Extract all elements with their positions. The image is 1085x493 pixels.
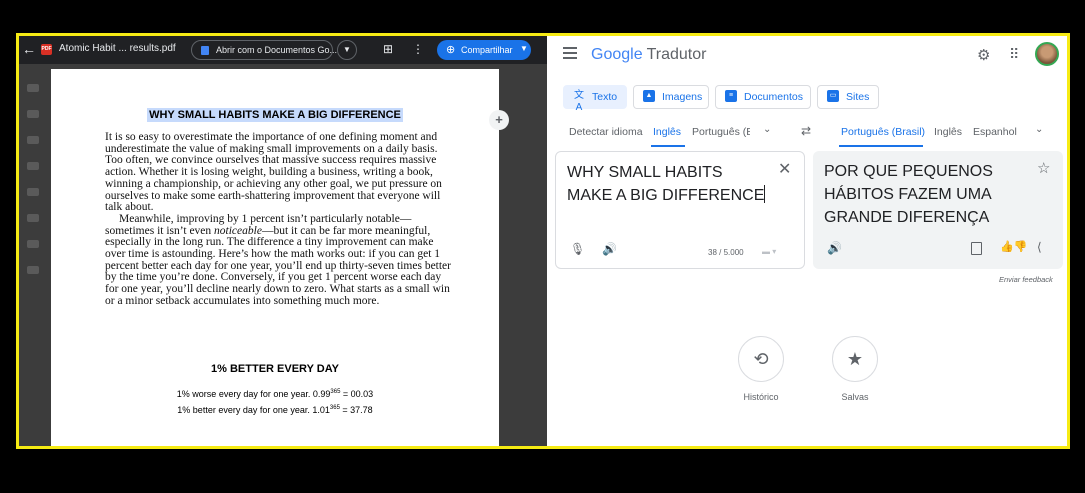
history-icon: ⟲ bbox=[753, 349, 769, 369]
sidebar-icon bbox=[27, 188, 39, 196]
target-lang-portuguese-brazil[interactable]: Português (Brasil) bbox=[841, 126, 925, 138]
microphone-icon[interactable]: 🎙 bbox=[570, 242, 585, 256]
share-icon: ⊕ bbox=[446, 44, 456, 56]
google-translate-logo[interactable]: Google Tradutor bbox=[591, 46, 706, 64]
saved-label: Salvas bbox=[841, 392, 869, 402]
document-body: It is so easy to overestimate the import… bbox=[105, 131, 455, 308]
chevron-down-icon[interactable]: ⌄ bbox=[763, 124, 771, 135]
paragraph: Meanwhile, improving by 1 percent isn’t … bbox=[105, 212, 451, 307]
target-lang-spanish[interactable]: Espanhol bbox=[973, 126, 1017, 138]
chevron-down-icon[interactable]: ⌄ bbox=[1035, 124, 1043, 135]
source-text-box[interactable]: WHY SMALL HABITS MAKE A BIG DIFFERENCE ✕… bbox=[555, 151, 805, 269]
add-comment-toolbar-icon[interactable]: ⊞ bbox=[383, 42, 393, 56]
copy-icon[interactable] bbox=[971, 242, 982, 255]
gear-icon[interactable]: ⚙ bbox=[977, 46, 990, 64]
tab-text[interactable]: 文A Texto bbox=[563, 85, 627, 113]
chevron-down-icon: ▼ bbox=[520, 44, 528, 53]
avatar[interactable] bbox=[1035, 42, 1059, 66]
open-with-dropdown-button[interactable]: ▼ bbox=[337, 40, 357, 60]
add-comment-icon[interactable]: + bbox=[489, 110, 509, 130]
document-icon: ≡ bbox=[725, 90, 737, 102]
rate-translation-icon[interactable]: 👍👎 bbox=[1000, 240, 1027, 253]
history-label: Histórico bbox=[743, 392, 779, 402]
google-translate: Google Tradutor ⚙ ⠿ 文A Texto ▲ Imagens ≡ … bbox=[547, 36, 1067, 446]
back-arrow-icon[interactable]: ← bbox=[22, 41, 36, 57]
pdf-thumbnail-sidebar bbox=[19, 64, 51, 446]
pdf-file-name: Atomic Habit ... results.pdf bbox=[59, 43, 176, 54]
formula-line: 1% better every day for one year. 1.0136… bbox=[177, 405, 373, 415]
pdf-viewer: ← PDF Atomic Habit ... results.pdf Abrir… bbox=[19, 36, 547, 446]
document-heading: WHY SMALL HABITS MAKE A BIG DIFFERENCE bbox=[51, 108, 499, 122]
open-with-label: Abrir com o Documentos Go... bbox=[216, 45, 338, 55]
share-icon[interactable]: ⟨ bbox=[1037, 240, 1042, 254]
selected-heading-text[interactable]: WHY SMALL HABITS MAKE A BIG DIFFERENCE bbox=[147, 108, 403, 122]
website-icon: ▭ bbox=[827, 90, 839, 102]
speaker-icon[interactable]: 🔊 bbox=[827, 241, 842, 255]
tab-sites[interactable]: ▭ Sites bbox=[817, 85, 879, 109]
share-button[interactable]: ⊕ Compartilhar ▼ bbox=[437, 40, 531, 60]
product-name: Tradutor bbox=[646, 46, 707, 63]
open-with-docs-button[interactable]: Abrir com o Documentos Go... bbox=[191, 40, 337, 60]
more-options-icon[interactable]: ⋮ bbox=[412, 42, 424, 56]
pdf-toolbar: ← PDF Atomic Habit ... results.pdf Abrir… bbox=[19, 36, 547, 64]
hamburger-menu-icon[interactable] bbox=[563, 47, 577, 59]
keyboard-icon[interactable]: ▬ ▾ bbox=[762, 247, 776, 256]
history-button[interactable]: ⟲ bbox=[738, 336, 784, 382]
sidebar-icon bbox=[27, 110, 39, 118]
sidebar-icon bbox=[27, 162, 39, 170]
translate-text-icon: 文A bbox=[574, 90, 584, 113]
paragraph: It is so easy to overestimate the import… bbox=[105, 131, 442, 214]
share-label: Compartilhar bbox=[461, 45, 513, 55]
sidebar-icon bbox=[27, 84, 39, 92]
tab-images[interactable]: ▲ Imagens bbox=[633, 85, 709, 109]
screenshot-frame: ← PDF Atomic Habit ... results.pdf Abrir… bbox=[16, 33, 1070, 449]
sidebar-icon bbox=[27, 266, 39, 274]
speaker-icon[interactable]: 🔊 bbox=[602, 242, 617, 256]
translation-output-box: POR QUE PEQUENOS HÁBITOS FAZEM UMA GRAND… bbox=[813, 151, 1063, 269]
pdf-page: WHY SMALL HABITS MAKE A BIG DIFFERENCE I… bbox=[51, 69, 499, 446]
image-icon: ▲ bbox=[643, 90, 655, 102]
source-lang-portuguese[interactable]: Português (B bbox=[692, 126, 750, 138]
sidebar-icon bbox=[27, 240, 39, 248]
apps-grid-icon[interactable]: ⠿ bbox=[1009, 46, 1019, 63]
document-subheading: 1% BETTER EVERY DAY bbox=[211, 363, 339, 375]
google-docs-icon bbox=[201, 46, 209, 55]
source-text-input[interactable]: WHY SMALL HABITS MAKE A BIG DIFFERENCE bbox=[567, 161, 767, 207]
formula-line: 1% worse every day for one year. 0.99365… bbox=[176, 389, 374, 399]
source-lang-english[interactable]: Inglês bbox=[653, 126, 681, 138]
saved-button[interactable]: ★ bbox=[832, 336, 878, 382]
tab-documents[interactable]: ≡ Documentos bbox=[715, 85, 811, 109]
send-feedback-link[interactable]: Enviar feedback bbox=[999, 275, 1053, 284]
close-icon[interactable]: ✕ bbox=[778, 159, 791, 179]
sidebar-icon bbox=[27, 214, 39, 222]
star-icon[interactable]: ☆ bbox=[1037, 159, 1050, 177]
swap-languages-icon[interactable]: ⇄ bbox=[801, 124, 811, 138]
pdf-file-icon: PDF bbox=[41, 44, 52, 55]
selected-lang-indicator bbox=[651, 145, 685, 147]
selected-lang-indicator bbox=[839, 145, 923, 147]
target-lang-english[interactable]: Inglês bbox=[934, 126, 962, 138]
source-lang-detect[interactable]: Detectar idioma bbox=[569, 126, 643, 138]
translation-text: POR QUE PEQUENOS HÁBITOS FAZEM UMA GRAND… bbox=[824, 163, 993, 226]
character-count: 38 / 5.000 bbox=[708, 248, 744, 257]
sidebar-icon bbox=[27, 136, 39, 144]
google-wordmark: Google bbox=[591, 46, 643, 63]
star-filled-icon: ★ bbox=[846, 349, 864, 369]
